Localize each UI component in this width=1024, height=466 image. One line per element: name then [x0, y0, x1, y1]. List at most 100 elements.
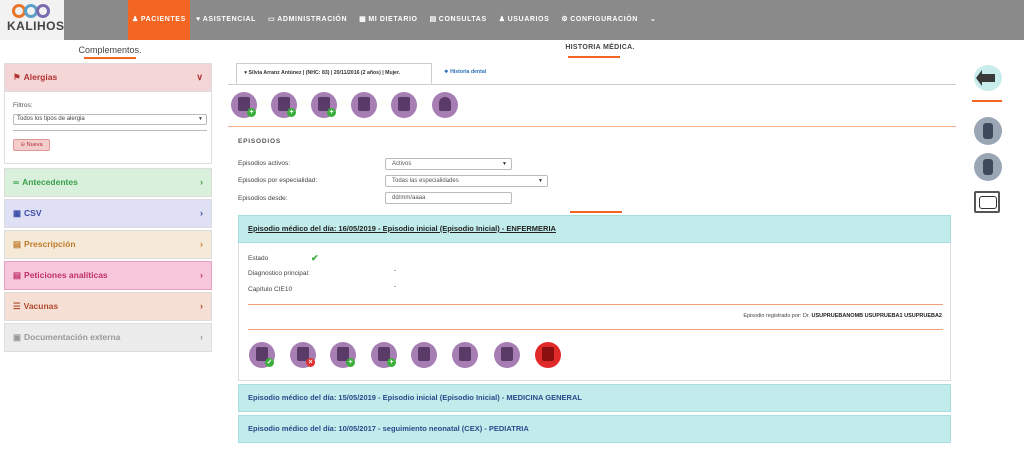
- tabs-divider: [228, 84, 956, 85]
- chart-button[interactable]: [974, 191, 1000, 213]
- main-nav: ♟ PACIENTES ♥ ASISTENCIAL ▭ ADMINISTRACIÓN …: [128, 0, 662, 40]
- delete-episode-button[interactable]: ×: [290, 342, 316, 368]
- patient-button[interactable]: [432, 92, 458, 118]
- chevron-down-icon: ∨: [196, 72, 203, 82]
- add-surgery-button[interactable]: +: [311, 92, 337, 118]
- section-divider: [228, 126, 956, 127]
- episode-divider: [248, 304, 943, 305]
- user-icon: ♟: [132, 16, 139, 23]
- episode-divider: [248, 329, 943, 330]
- clipboard-icon: [983, 159, 993, 175]
- active-label: Episodios activos:: [238, 160, 291, 167]
- close-episode-button[interactable]: ✓: [249, 342, 275, 368]
- tab-patient[interactable]: ♥ Silvia Arranz Antúnez | (NHC: 83) | 20…: [236, 63, 432, 84]
- nav-pacientes[interactable]: ♟ PACIENTES: [128, 0, 190, 40]
- microscope-icon: [418, 347, 430, 361]
- add-consult-button[interactable]: +: [330, 342, 356, 368]
- specialty-select[interactable]: Todas las especialidades ▼: [385, 175, 548, 187]
- monitor-icon: ▭: [268, 16, 276, 23]
- calendar-icon: [358, 97, 370, 111]
- add-episode-button[interactable]: +: [231, 92, 257, 118]
- rail-divider: [972, 100, 1002, 102]
- nav-administracion[interactable]: ▭ ADMINISTRACIÓN: [262, 0, 353, 40]
- episodios-title: EPISODIOS: [238, 138, 281, 145]
- printer-icon: [501, 347, 513, 361]
- add-hospitalization-button[interactable]: +: [271, 92, 297, 118]
- episode-header-2[interactable]: Episodio médico del día: 15/05/2019 - Ep…: [238, 384, 951, 412]
- chevron-down-icon: ⌄: [649, 16, 657, 23]
- tab-historia-dental[interactable]: ❖ Historia dental: [438, 63, 518, 84]
- cap-value: -: [394, 283, 397, 290]
- chevron-right-icon: ›: [200, 177, 203, 187]
- kalihos-logo[interactable]: KALIHOS: [0, 0, 64, 40]
- dropdown-arrow-icon: ▼: [538, 178, 543, 184]
- cap-label: Capítulo CIE10: [248, 286, 293, 293]
- list-icon: ☰: [13, 301, 21, 311]
- historia-title: HISTORIA MÉDICA.: [565, 44, 635, 51]
- title-underline: [568, 56, 620, 58]
- add-note-button[interactable]: +: [371, 342, 397, 368]
- chevron-right-icon: ›: [200, 332, 203, 342]
- link-icon: ∞: [13, 177, 20, 187]
- logo-circles-icon: [12, 4, 54, 18]
- nav-consultas[interactable]: ▤ CONSULTAS: [424, 0, 493, 40]
- chart-icon: [979, 196, 997, 209]
- active-select[interactable]: Activos ▼: [385, 158, 512, 170]
- document-icon: ▤: [13, 270, 22, 280]
- nav-asistencial[interactable]: ♥ ASISTENCIAL: [190, 0, 262, 40]
- specialty-label: Episodios por especialidad:: [238, 177, 318, 184]
- accordion-vacunas[interactable]: ☰ Vacunas ›: [4, 292, 212, 321]
- checkmark-icon: ✔: [311, 253, 319, 263]
- brand-name: KALIHOS: [7, 19, 65, 33]
- back-button[interactable]: [974, 65, 1002, 91]
- chevron-right-icon: ›: [200, 239, 203, 249]
- print-button[interactable]: [494, 342, 520, 368]
- complementos-title: Complementos.: [78, 45, 142, 55]
- accordion-csv[interactable]: ▦ CSV ›: [4, 199, 212, 228]
- chevron-right-icon: ›: [200, 208, 203, 218]
- new-alergia-button[interactable]: ⊝ Nueva: [13, 139, 50, 151]
- user-icon: ♟: [498, 16, 506, 23]
- arrow-left-icon: [976, 70, 995, 86]
- title-underline: [84, 57, 136, 59]
- episode-header-1[interactable]: Episodio médico del día: 16/05/2019 - Ep…: [238, 215, 951, 243]
- alergias-panel: Filtros: Todos los tipos de alergia ▼ ⊝ …: [4, 92, 212, 164]
- episode-header-3[interactable]: Episodio médico del día: 10/05/2017 - se…: [238, 415, 951, 443]
- filter-label: Filtros:: [13, 102, 33, 109]
- accordion-alergias[interactable]: ⚑ Alergias ∨: [4, 63, 212, 92]
- patient-data-button[interactable]: [974, 117, 1002, 145]
- person-icon: [983, 123, 993, 139]
- dropdown-arrow-icon: ▼: [502, 161, 507, 167]
- nav-more-dropdown[interactable]: ⌄: [644, 0, 662, 40]
- chevron-right-icon: ›: [200, 270, 203, 280]
- calendar-button[interactable]: [452, 342, 478, 368]
- top-navbar: KALIHOS ♟ PACIENTES ♥ ASISTENCIAL ▭ ADMINIS…: [0, 0, 1024, 40]
- minus-icon: [542, 347, 554, 361]
- tooth-icon: ❖: [444, 69, 449, 75]
- file-icon: ▣: [13, 332, 22, 342]
- nav-usuarios[interactable]: ♟ USUARIOS: [493, 0, 556, 40]
- list-icon: ▤: [429, 16, 437, 23]
- accordion-prescripcion[interactable]: ▤ Prescripción ›: [4, 230, 212, 259]
- episode-body-1: Estado ✔ Diagnostico principal: - Capítu…: [238, 243, 951, 381]
- accordion-peticiones[interactable]: ▤ Peticiones analíticas ›: [4, 261, 212, 290]
- divider: [13, 130, 207, 131]
- calendar-button[interactable]: [351, 92, 377, 118]
- grid-icon: ▦: [359, 16, 367, 23]
- remove-button[interactable]: [535, 342, 561, 368]
- accordion-antecedentes[interactable]: ∞ Antecedentes ›: [4, 168, 212, 197]
- nav-configuracion[interactable]: ⚙ CONFIGURACIÓN: [555, 0, 644, 40]
- document-icon: ▤: [13, 239, 22, 249]
- diag-label: Diagnostico principal:: [248, 270, 310, 277]
- nav-mi-dietario[interactable]: ▦ MI DIETARIO: [353, 0, 423, 40]
- accordion-documentacion[interactable]: ▣ Documentación externa ›: [4, 323, 212, 352]
- lab-button[interactable]: [411, 342, 437, 368]
- heart-icon: ♥: [196, 16, 201, 23]
- pin-icon: ⚑: [13, 72, 21, 82]
- gear-icon: ⚙: [561, 16, 569, 23]
- table-icon: ▦: [13, 208, 22, 218]
- print-button[interactable]: [391, 92, 417, 118]
- alergia-type-select[interactable]: Todos los tipos de alergia ▼: [13, 114, 207, 125]
- clipboard-button[interactable]: [974, 153, 1002, 181]
- since-date-input[interactable]: dd/mm/aaaa: [385, 192, 512, 204]
